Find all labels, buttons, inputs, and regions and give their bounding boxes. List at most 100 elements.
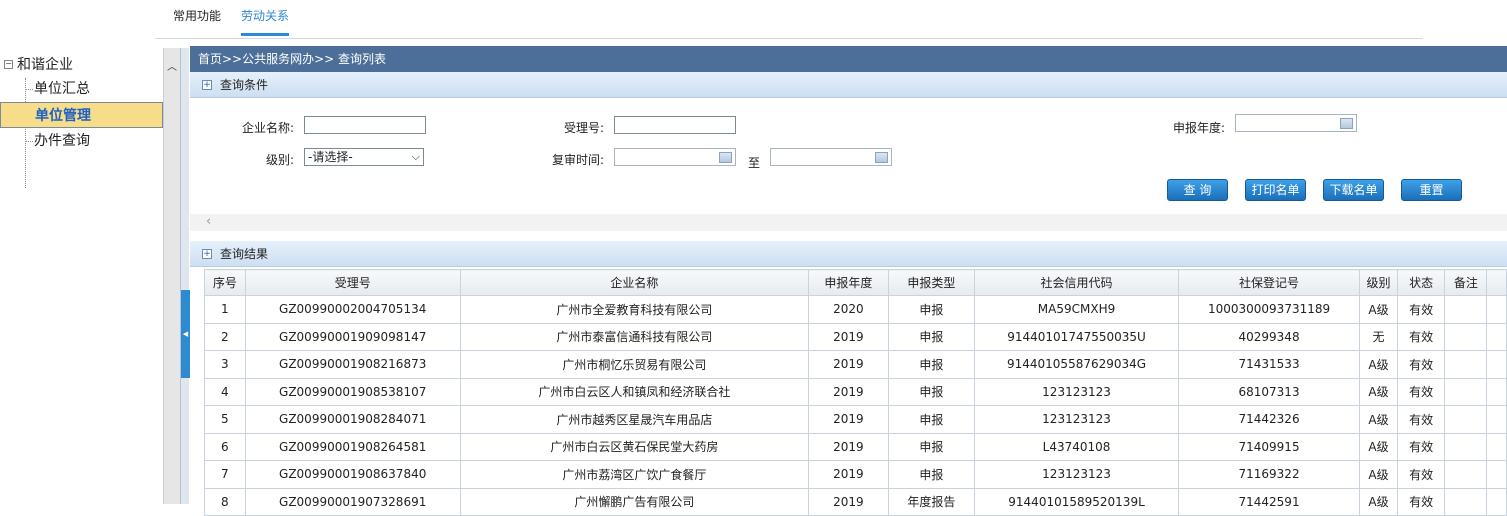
- column-header: 社会信用代码: [974, 269, 1180, 296]
- horizontal-scrollbar[interactable]: ‹: [190, 214, 1507, 231]
- table-cell: [1444, 405, 1488, 434]
- print-list-button[interactable]: 打印名单: [1245, 179, 1306, 201]
- table-cell: A级: [1359, 405, 1398, 434]
- table-cell: [1444, 432, 1488, 461]
- table-row[interactable]: 7 GZ00990001908637840 广州市荔湾区广饮广食餐厅 2019 申报 12…: [204, 460, 1507, 489]
- results-section-header[interactable]: + 查询结果: [190, 241, 1507, 267]
- column-header: 受理号: [244, 269, 461, 296]
- table-cell: 有效: [1396, 350, 1446, 379]
- table-cell: 123123123: [974, 405, 1180, 434]
- table-cell: 123123123: [974, 377, 1180, 406]
- table-cell: 2019: [808, 405, 889, 434]
- table-cell: GZ00990001908216873: [244, 350, 461, 379]
- table-cell: [1444, 487, 1488, 516]
- table-cell: 2019: [808, 460, 889, 489]
- table-cell: GZ00990001908264581: [244, 432, 461, 461]
- sidebar-tree: − 和谐企业 单位汇总 单位管理 办件查询: [0, 48, 163, 504]
- review-time-label: 复审时间:: [551, 153, 604, 167]
- table-cell: 申报: [887, 405, 976, 434]
- table-cell: [1444, 460, 1488, 489]
- sidebar-item-unit-management[interactable]: 单位管理: [0, 102, 163, 128]
- table-cell: A级: [1359, 295, 1398, 324]
- sidebar-item-unit-summary[interactable]: 单位汇总: [0, 76, 163, 102]
- table-cell: 71431533: [1178, 350, 1361, 379]
- table-row[interactable]: 3 GZ00990001908216873 广州市桐忆乐贸易有限公司 2019 申报 91…: [204, 350, 1507, 379]
- chevron-up-icon[interactable]: ︿: [167, 58, 177, 73]
- table-cell: 有效: [1396, 322, 1446, 351]
- query-button[interactable]: 查 询: [1167, 179, 1228, 201]
- table-cell: A级: [1359, 460, 1398, 489]
- table-row[interactable]: 1 GZ00990002004705134 广州市全爱教育科技有限公司 2020 申报 M…: [204, 295, 1507, 324]
- table-row[interactable]: 2 GZ00990001909098147 广州市泰富信通科技有限公司 2019 申报 9…: [204, 322, 1507, 351]
- company-name-input[interactable]: [304, 116, 426, 134]
- table-cell: 广州市泰富信通科技有限公司: [459, 322, 810, 351]
- table-cell: 广州市白云区人和镇凤和经济联合社: [459, 377, 810, 406]
- main-content: 首页>>公共服务网办>> 查询列表 + 查询条件 企业名称: 受理号: 申报年度…: [190, 46, 1507, 516]
- table-cell: 91440105587629034G: [974, 350, 1180, 379]
- table-cell: 申报: [887, 377, 976, 406]
- table-cell: A级: [1359, 432, 1398, 461]
- table-row[interactable]: 4 GZ00990001908538107 广州市白云区人和镇凤和经济联合社 2019…: [204, 377, 1507, 406]
- table-cell: A级: [1359, 377, 1398, 406]
- table-cell: 68107313: [1178, 377, 1361, 406]
- table-cell: GZ00990002004705134: [244, 295, 461, 324]
- collapse-panel-handle[interactable]: ◀: [181, 290, 190, 378]
- table-cell: 广州市全爱教育科技有限公司: [459, 295, 810, 324]
- results-table: 序号 受理号 企业名称 申报年度 申报类型 社会信用代码 社保登记号 级别 状态 备注 1 GZ00…: [204, 269, 1507, 516]
- table-cell: [1486, 405, 1507, 434]
- reset-button[interactable]: 重置: [1401, 179, 1462, 201]
- collapse-icon[interactable]: −: [4, 59, 13, 69]
- sidebar-item-case-query[interactable]: 办件查询: [0, 128, 163, 154]
- table-cell: 2019: [808, 350, 889, 379]
- table-cell: 申报: [887, 460, 976, 489]
- table-cell: MA59CMXH9: [974, 295, 1180, 324]
- table-cell: 有效: [1396, 377, 1446, 406]
- declare-year-label: 申报年度:: [1172, 121, 1225, 135]
- table-cell: 2019: [808, 432, 889, 461]
- table-cell: [1444, 295, 1488, 324]
- table-cell: 1: [204, 295, 246, 324]
- table-cell: 6: [204, 432, 246, 461]
- expand-icon[interactable]: +: [202, 80, 212, 90]
- chevron-left-icon[interactable]: ‹: [206, 214, 211, 229]
- review-time-start-input[interactable]: [614, 148, 736, 166]
- query-section-title: 查询条件: [220, 78, 269, 92]
- level-label: 级别:: [265, 153, 294, 167]
- expand-icon[interactable]: +: [202, 249, 212, 259]
- table-cell: 71442326: [1178, 405, 1361, 434]
- query-section-header[interactable]: + 查询条件: [190, 72, 1507, 98]
- table-row[interactable]: 5 GZ00990001908284071 广州市越秀区星晟汽车用品店 2019 申报 1…: [204, 405, 1507, 434]
- table-cell: 广州市白云区黄石保民堂大药房: [459, 432, 810, 461]
- table-cell: 2: [204, 322, 246, 351]
- tab-common-functions[interactable]: 常用功能: [173, 7, 221, 36]
- chevron-down-icon: ⌵: [411, 150, 420, 163]
- results-section-title: 查询结果: [220, 247, 269, 261]
- tree-root[interactable]: − 和谐企业: [4, 54, 73, 74]
- review-time-end-input[interactable]: [770, 148, 892, 166]
- table-cell: 4: [204, 377, 246, 406]
- table-row[interactable]: 6 GZ00990001908264581 广州市白云区黄石保民堂大药房 2019 申报…: [204, 432, 1507, 461]
- calendar-icon[interactable]: [875, 152, 888, 163]
- top-nav: 常用功能 劳动关系: [155, 0, 1423, 39]
- calendar-icon[interactable]: [1340, 118, 1353, 129]
- table-row[interactable]: 8 GZ00990001907328691 广州懈鹏广告有限公司 2019 年度报告 91…: [204, 487, 1507, 516]
- table-cell: 2020: [808, 295, 889, 324]
- table-cell: [1486, 460, 1507, 489]
- sidebar-scrollbar[interactable]: ︿: [163, 48, 180, 504]
- download-list-button[interactable]: 下载名单: [1323, 179, 1384, 201]
- panel-splitter[interactable]: ◀: [180, 48, 190, 504]
- table-cell: 2019: [808, 377, 889, 406]
- column-header-extra: [1486, 269, 1507, 296]
- level-select[interactable]: -请选择- ⌵: [304, 148, 424, 166]
- table-cell: [1486, 322, 1507, 351]
- table-cell: [1486, 295, 1507, 324]
- tab-labor-relations[interactable]: 劳动关系: [241, 7, 290, 36]
- table-cell: 91440101589520139L: [974, 487, 1180, 516]
- calendar-icon[interactable]: [719, 152, 732, 163]
- declare-year-input[interactable]: [1235, 114, 1357, 132]
- accept-no-input[interactable]: [614, 116, 736, 134]
- table-cell: A级: [1359, 487, 1398, 516]
- table-cell: 无: [1359, 322, 1398, 351]
- table-cell: L43740108: [974, 432, 1180, 461]
- table-cell: [1486, 350, 1507, 379]
